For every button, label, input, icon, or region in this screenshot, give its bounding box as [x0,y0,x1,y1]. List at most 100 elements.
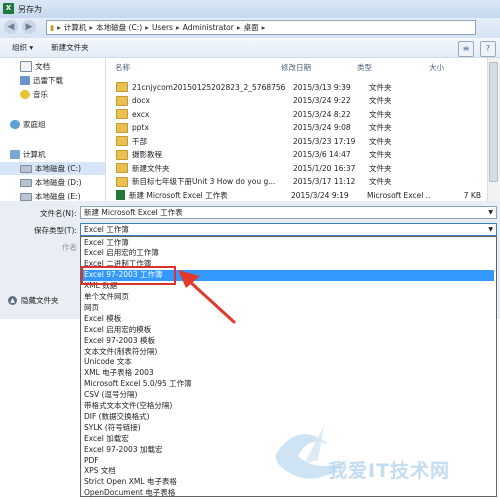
breadcrumb-item[interactable]: Users [152,23,173,32]
save-type-option[interactable]: 带格式文本文件(空格分隔) [82,401,494,412]
breadcrumb[interactable]: ▮ ▸ 计算机 ▸ 本地磁盘 (C:) ▸ Users ▸ Administra… [46,20,476,35]
breadcrumb-item[interactable]: 桌面 [244,22,259,33]
save-type-option[interactable]: Unicode 文本 [82,357,494,368]
nav-item-drive-d[interactable]: 本地磁盘 (D:) [0,176,105,189]
file-type: 文件夹 [369,150,392,159]
file-name: excx [132,109,150,119]
file-type: 文件夹 [369,136,392,146]
save-type-select[interactable]: Excel 工作簿 ▼ [80,223,497,236]
nav-item-label: 音乐 [33,90,48,99]
save-type-option[interactable]: Excel 工作簿 [82,238,494,249]
file-type: 文件夹 [369,96,392,105]
folder-icon [116,95,128,106]
nav-item-drive-e[interactable]: 本地磁盘 (E:) [0,190,105,201]
back-arrow-icon[interactable]: ◀ [4,20,18,34]
file-date: 2015/3/24 9:08 [293,123,351,132]
column-header-size[interactable]: 大小 [421,58,481,78]
organize-button[interactable]: 组织 ▾ [12,42,33,53]
file-date: 2015/3/24 9:19 [291,190,349,200]
file-type: 文件夹 [369,123,392,132]
file-date: 2015/3/24 9:22 [293,96,351,105]
file-name: 摄影教程 [132,150,162,159]
chevron-down-icon[interactable]: ▼ [488,224,493,235]
file-date: 2015/3/23 17:19 [293,136,356,146]
file-size: 7 KB [463,190,481,200]
column-header-modified[interactable]: 修改日期 [273,58,349,78]
scrollbar-thumb[interactable] [489,62,498,182]
nav-item-label: 文档 [35,62,50,71]
save-type-option[interactable]: 文本文件(制表符分隔) [82,347,494,358]
nav-item-homegroup[interactable]: 家庭组 [0,118,105,131]
folder-icon [116,109,128,119]
column-header-type[interactable]: 类型 [349,58,421,78]
file-type: Microsoft Excel ... [367,190,431,200]
chevron-right-icon: ▸ [236,23,241,32]
excel-file-icon [116,190,125,200]
collapse-up-icon: ▲ [8,296,17,305]
dialog-background [0,319,80,497]
forward-arrow-icon[interactable]: ▶ [22,20,36,34]
column-header-name[interactable]: 名称 [107,58,273,78]
file-name: 新建文件夹 [132,163,170,173]
save-type-option[interactable]: Excel 启用宏的工作簿 [82,248,494,259]
hide-folders-label: 隐藏文件夹 [21,296,59,305]
document-icon [20,61,32,72]
nav-item-label: 计算机 [23,150,46,159]
file-name: 新建 Microsoft Excel 工作表 [129,190,228,200]
nav-item-label: 迅雷下载 [33,76,63,85]
hide-folders-toggle[interactable]: ▲ 隐藏文件夹 [8,295,59,306]
file-name: docx [132,96,150,105]
red-arrow-annotation [178,270,236,324]
save-type-option[interactable]: Excel 启用宏的模板 [82,325,494,336]
file-date: 2015/1/20 16:37 [293,163,356,173]
breadcrumb-item[interactable]: 本地磁盘 (C:) [96,22,142,33]
save-type-option[interactable]: Microsoft Excel 5.0/95 工作簿 [82,379,494,390]
file-type: 文件夹 [369,109,392,119]
file-row[interactable]: 新建 Microsoft Excel 工作表 2015/3/24 9:19 Mi… [107,189,487,201]
save-type-label: 保存类型(T): [34,226,77,235]
folder-icon [116,82,128,92]
file-row[interactable]: 21cnjycom20150125202823_2_5768756 2015/3… [107,81,487,93]
filename-input[interactable]: 新建 Microsoft Excel 工作表 ▼ [80,206,497,219]
help-icon[interactable]: ? [480,41,496,57]
file-row[interactable]: 干部 2015/3/23 17:19 文件夹 [107,135,487,147]
breadcrumb-item[interactable]: Administrator [183,23,234,32]
nav-item-label: 家庭组 [23,120,46,129]
folder-icon [116,149,128,160]
folder-icon [116,136,128,146]
author-label: 作者 [62,243,77,252]
save-type-option[interactable]: Excel 97-2003 模板 [82,336,494,347]
nav-item-computer[interactable]: 计算机 [0,148,105,161]
highlight-box-annotation [81,266,176,285]
save-type-option[interactable]: Excel 模板 [82,314,494,325]
chevron-right-icon: ▸ [175,23,180,32]
chevron-down-icon[interactable]: ▼ [488,207,493,218]
folder-icon: ▮ [50,23,55,32]
save-type-option[interactable]: CSV (逗号分隔) [82,390,494,401]
toolbar: 组织 ▾ 新建文件夹 [0,38,500,58]
filename-label: 文件名(N): [40,209,77,218]
file-date: 2015/3/13 9:39 [293,82,351,92]
folder-icon [116,122,128,133]
filename-value: 新建 Microsoft Excel 工作表 [84,208,183,217]
file-name: 干部 [132,136,147,146]
save-type-option[interactable]: 单个文件网页 [82,292,494,303]
nav-item-label: 本地磁盘 (E:) [35,192,81,201]
file-row[interactable]: 摄影教程 2015/3/6 14:47 文件夹 [107,149,487,161]
file-row[interactable]: excx 2015/3/24 8:22 文件夹 [107,108,487,120]
file-row[interactable]: docx 2015/3/24 9:22 文件夹 [107,95,487,107]
nav-item-documents[interactable]: 文档 [0,60,105,73]
file-row[interactable]: 新建文件夹 2015/1/20 16:37 文件夹 [107,162,487,174]
nav-item-thunder-downloads[interactable]: 迅雷下载 [0,74,105,87]
file-type: 文件夹 [369,82,392,92]
nav-item-music[interactable]: 音乐 [0,88,105,101]
save-type-option[interactable]: XML 电子表格 2003 [82,368,494,379]
save-type-option[interactable]: 网页 [82,303,494,314]
new-folder-button[interactable]: 新建文件夹 [51,42,89,53]
view-options-icon[interactable]: ≡ [458,41,474,57]
nav-item-drive-c[interactable]: 本地磁盘 (C:) [0,162,105,175]
file-row[interactable]: 新目标七年级下册Unit 3 How do you g... 2015/3/17… [107,176,487,188]
file-row[interactable]: pptx 2015/3/24 9:08 文件夹 [107,122,487,134]
chevron-right-icon: ▸ [145,23,149,32]
breadcrumb-item[interactable]: 计算机 [64,22,87,33]
